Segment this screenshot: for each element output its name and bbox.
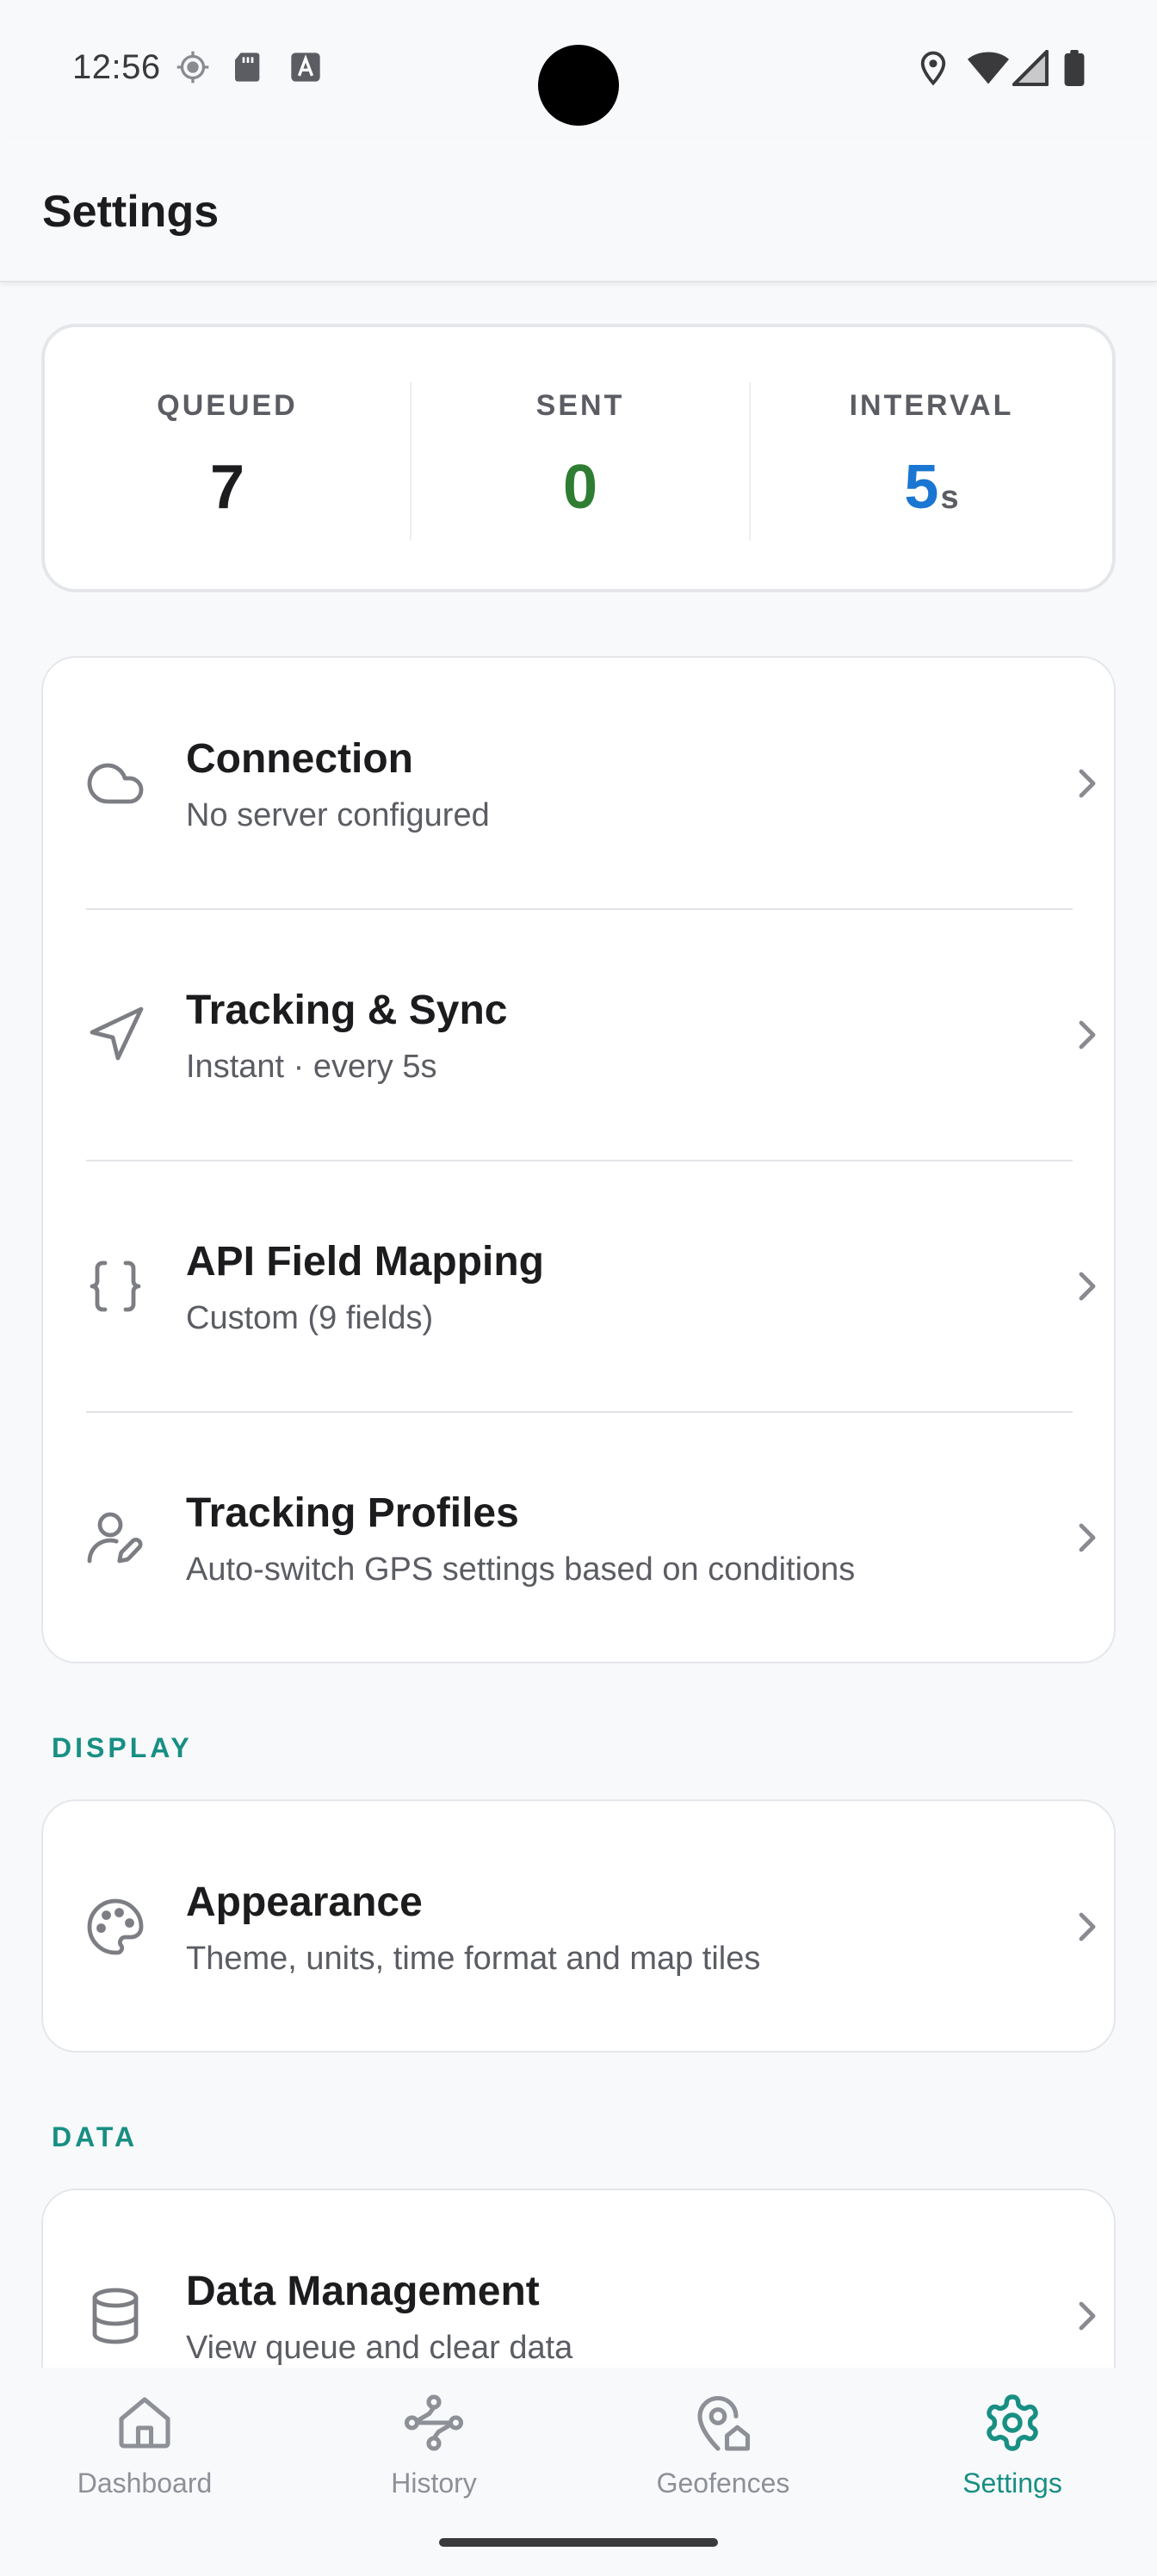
menu-item-subtitle: Auto-switch GPS settings based on condit… [186, 1551, 856, 1588]
status-bar: 12:56 [0, 0, 1157, 138]
location-target-icon [176, 51, 209, 84]
menu-item-title: Tracking Profiles [186, 1490, 519, 1536]
chevron-right-icon [1079, 1272, 1096, 1301]
settings-screen: 12:56 Settings QUEUED 7 SENT 0 INTERVAL … [0, 0, 1157, 2576]
nav-geofences[interactable]: Geofences [578, 2368, 868, 2514]
stat-queued-label: QUEUED [157, 389, 298, 422]
sd-card-icon [235, 53, 260, 82]
stat-sent: SENT 0 [411, 327, 749, 589]
chevron-right-icon [1079, 1523, 1096, 1552]
main-settings-card: Connection No server configured Tracking… [41, 656, 1116, 1663]
gear-icon [987, 2394, 1038, 2451]
menu-item-title: Tracking & Sync [186, 988, 508, 1033]
menu-item-subtitle: Custom (9 fields) [186, 1300, 434, 1336]
route-icon [404, 2394, 464, 2451]
braces-icon [90, 1260, 141, 1312]
section-label-data: DATA [52, 2121, 139, 2152]
home-indicator[interactable] [439, 2538, 718, 2547]
nav-history[interactable]: History [289, 2368, 578, 2514]
location-pin-icon [920, 51, 946, 86]
navigation-arrow-icon [90, 1006, 144, 1061]
stats-card: QUEUED 7 SENT 0 INTERVAL 5s [41, 324, 1116, 592]
menu-item-title: Appearance [186, 1879, 423, 1925]
battery-icon [1064, 50, 1085, 86]
nav-label: Settings [962, 2468, 1062, 2499]
geofence-pin-icon [697, 2395, 751, 2451]
palette-icon [87, 1898, 144, 1955]
app-bar: Settings [0, 138, 1157, 282]
stat-sent-value: 0 [562, 453, 598, 522]
chevron-right-icon [1079, 2301, 1096, 2331]
nav-dashboard[interactable]: Dashboard [0, 2368, 289, 2514]
stat-queued-value: 7 [209, 453, 245, 522]
menu-item-appearance[interactable]: Appearance Theme, units, time format and… [43, 1801, 1114, 2051]
nav-label: History [391, 2468, 477, 2499]
menu-item-tracking-profiles[interactable]: Tracking Profiles Auto-switch GPS settin… [43, 1412, 1114, 1662]
stat-interval-unit: s [940, 480, 959, 516]
status-time: 12:56 [72, 48, 161, 86]
stat-sent-label: SENT [535, 389, 625, 422]
section-label-display: DISPLAY [52, 1732, 193, 1763]
front-camera [538, 45, 619, 126]
page-title: Settings [42, 187, 220, 237]
menu-item-tracking-sync[interactable]: Tracking & Sync Instant · every 5s [43, 909, 1114, 1161]
stat-interval-value-wrap: 5s [751, 456, 1112, 518]
cloud-icon [87, 763, 144, 804]
stat-interval: INTERVAL 5s [751, 327, 1112, 589]
chevron-right-icon [1079, 1020, 1096, 1050]
nav-label: Geofences [656, 2468, 790, 2499]
menu-item-subtitle: Instant · every 5s [186, 1049, 437, 1085]
home-icon [119, 2397, 170, 2449]
menu-item-api-field-mapping[interactable]: API Field Mapping Custom (9 fields) [43, 1161, 1114, 1412]
menu-item-title: Data Management [186, 2269, 540, 2314]
menu-item-subtitle: No server configured [186, 797, 490, 833]
cell-signal-icon [1012, 50, 1049, 86]
database-icon [92, 2288, 139, 2344]
menu-item-subtitle: View queue and clear data [186, 2330, 573, 2366]
menu-item-subtitle: Theme, units, time format and map tiles [186, 1941, 761, 1977]
user-pen-icon [87, 1512, 143, 1564]
stat-interval-value: 5 [904, 453, 939, 522]
chevron-right-icon [1079, 1912, 1096, 1941]
nav-label: Dashboard [77, 2468, 213, 2499]
menu-item-title: Connection [186, 736, 413, 782]
chevron-right-icon [1079, 769, 1096, 798]
wifi-icon [968, 52, 1009, 84]
stat-interval-label: INTERVAL [849, 389, 1014, 422]
keyboard-a-icon [291, 53, 320, 82]
stat-queued: QUEUED 7 [45, 327, 410, 589]
nav-settings[interactable]: Settings [868, 2368, 1157, 2514]
menu-item-connection[interactable]: Connection No server configured [43, 658, 1114, 909]
menu-item-title: API Field Mapping [186, 1239, 544, 1285]
display-card: Appearance Theme, units, time format and… [41, 1799, 1116, 2053]
